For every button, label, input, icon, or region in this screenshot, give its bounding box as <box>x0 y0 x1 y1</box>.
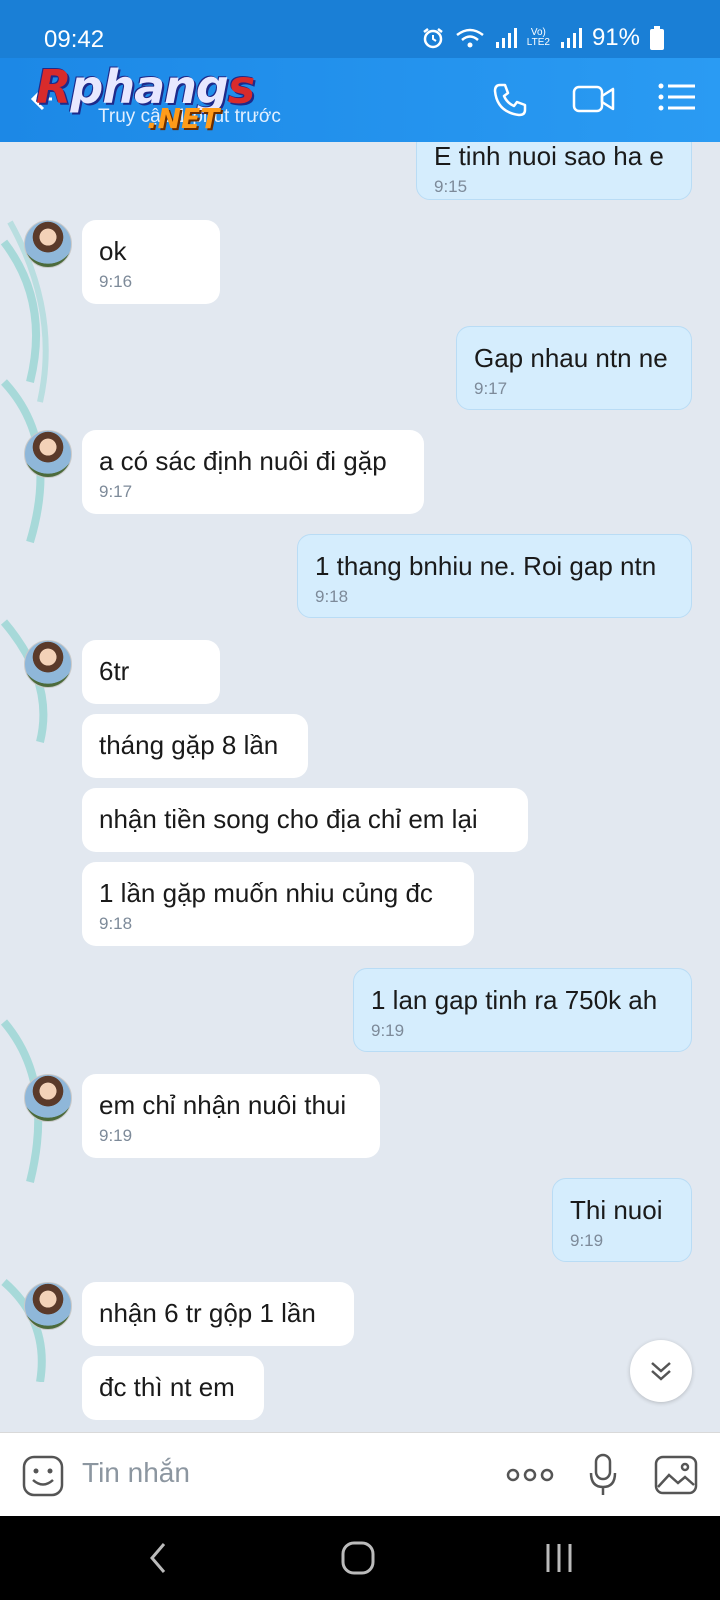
message-text: nhận 6 tr gộp 1 lần <box>99 1298 316 1328</box>
message-input[interactable]: Tin nhắn <box>82 1457 190 1489</box>
message-bubble-outgoing[interactable]: Thi nuoi 9:19 <box>552 1178 692 1262</box>
message-time: 9:18 <box>315 587 349 606</box>
status-icons: Vo) LTE2 91% <box>421 24 664 52</box>
message-bubble-incoming[interactable]: a có sác định nuôi đi gặp 9:17 <box>82 430 424 514</box>
message-time: 9:17 <box>99 482 133 501</box>
network-bottom-text: LTE2 <box>526 37 550 48</box>
signal-1-icon <box>495 28 517 48</box>
message-bubble-incoming[interactable]: đc thì nt em <box>82 1356 264 1420</box>
message-time: 9:18 <box>99 914 133 933</box>
contact-avatar[interactable] <box>24 1074 72 1122</box>
message-text: ok <box>99 236 127 266</box>
message-bubble-outgoing[interactable]: E tinh nuoi sao ha e 9:15 <box>416 142 692 200</box>
message-text: 6tr <box>99 656 130 686</box>
message-text: E tinh nuoi sao ha e <box>434 142 664 171</box>
message-text: 1 thang bnhiu ne. Roi gap ntn <box>315 551 657 581</box>
message-text: đc thì nt em <box>99 1372 235 1402</box>
signal-2-icon <box>560 28 582 48</box>
image-icon[interactable] <box>654 1455 698 1495</box>
nav-back-icon[interactable] <box>146 1540 170 1576</box>
message-time: 9:19 <box>371 1021 405 1040</box>
battery-percent: 91% <box>591 24 640 51</box>
message-time: 9:17 <box>474 379 508 398</box>
watermark-logo-suffix: .NET <box>147 102 220 135</box>
alarm-icon <box>423 28 443 49</box>
message-time: 9:19 <box>570 1231 604 1250</box>
microphone-icon[interactable] <box>588 1453 618 1497</box>
wifi-icon <box>456 28 484 48</box>
message-time: 9:19 <box>99 1126 133 1145</box>
message-text: tháng gặp 8 lần <box>99 730 279 760</box>
message-bubble-outgoing[interactable]: 1 thang bnhiu ne. Roi gap ntn 9:18 <box>297 534 692 618</box>
network-label: Vo) LTE2 <box>527 28 550 48</box>
emoji-icon[interactable] <box>22 1455 64 1497</box>
video-call-icon[interactable] <box>572 82 616 116</box>
message-bubble-outgoing[interactable]: 1 lan gap tinh ra 750k ah 9:19 <box>353 968 692 1052</box>
message-text: nhận tiền song cho địa chỉ em lại <box>99 804 478 834</box>
phone-icon[interactable] <box>492 82 528 118</box>
message-bubble-incoming[interactable]: tháng gặp 8 lần <box>82 714 308 778</box>
message-bubble-incoming[interactable]: nhận 6 tr gộp 1 lần <box>82 1282 354 1346</box>
nav-home-icon[interactable] <box>340 1540 376 1576</box>
message-list[interactable]: E tinh nuoi sao ha e 9:15 ok 9:16 Gap nh… <box>0 142 720 1432</box>
scroll-to-bottom-button[interactable] <box>630 1340 692 1402</box>
message-text: Thi nuoi <box>570 1195 663 1225</box>
menu-list-icon[interactable] <box>658 82 696 112</box>
contact-avatar[interactable] <box>24 640 72 688</box>
message-input-bar: Tin nhắn <box>0 1432 720 1516</box>
message-bubble-incoming[interactable]: 6tr <box>82 640 220 704</box>
message-bubble-incoming[interactable]: nhận tiền song cho địa chỉ em lại <box>82 788 528 852</box>
status-time: 09:42 <box>44 26 105 53</box>
contact-avatar[interactable] <box>24 430 72 478</box>
message-bubble-incoming[interactable]: ok 9:16 <box>82 220 220 304</box>
message-text: 1 lần gặp muốn nhiu củng đc <box>99 878 433 908</box>
message-bubble-incoming[interactable]: 1 lần gặp muốn nhiu củng đc 9:18 <box>82 862 474 946</box>
message-time: 9:16 <box>99 272 133 291</box>
chat-header: Rphangs Truy cập 1 phút trước .NET <box>0 58 720 142</box>
contact-avatar[interactable] <box>24 220 72 268</box>
message-text: 1 lan gap tinh ra 750k ah <box>371 985 658 1015</box>
message-bubble-incoming[interactable]: em chỉ nhận nuôi thui 9:19 <box>82 1074 380 1158</box>
message-text: em chỉ nhận nuôi thui <box>99 1090 347 1120</box>
battery-icon <box>650 26 664 50</box>
message-text: a có sác định nuôi đi gặp <box>99 446 387 476</box>
more-icon[interactable] <box>506 1467 554 1483</box>
double-chevron-down-icon <box>651 1362 671 1381</box>
message-text: Gap nhau ntn ne <box>474 343 668 373</box>
nav-recents-icon[interactable] <box>544 1540 574 1576</box>
message-bubble-outgoing[interactable]: Gap nhau ntn ne 9:17 <box>456 326 692 410</box>
system-nav-bar <box>0 1516 720 1600</box>
decorative-swirl-icon <box>0 220 49 1382</box>
message-time: 9:15 <box>434 177 468 196</box>
status-bar: 09:42 Vo) LTE2 91% <box>0 0 720 58</box>
contact-avatar[interactable] <box>24 1282 72 1330</box>
